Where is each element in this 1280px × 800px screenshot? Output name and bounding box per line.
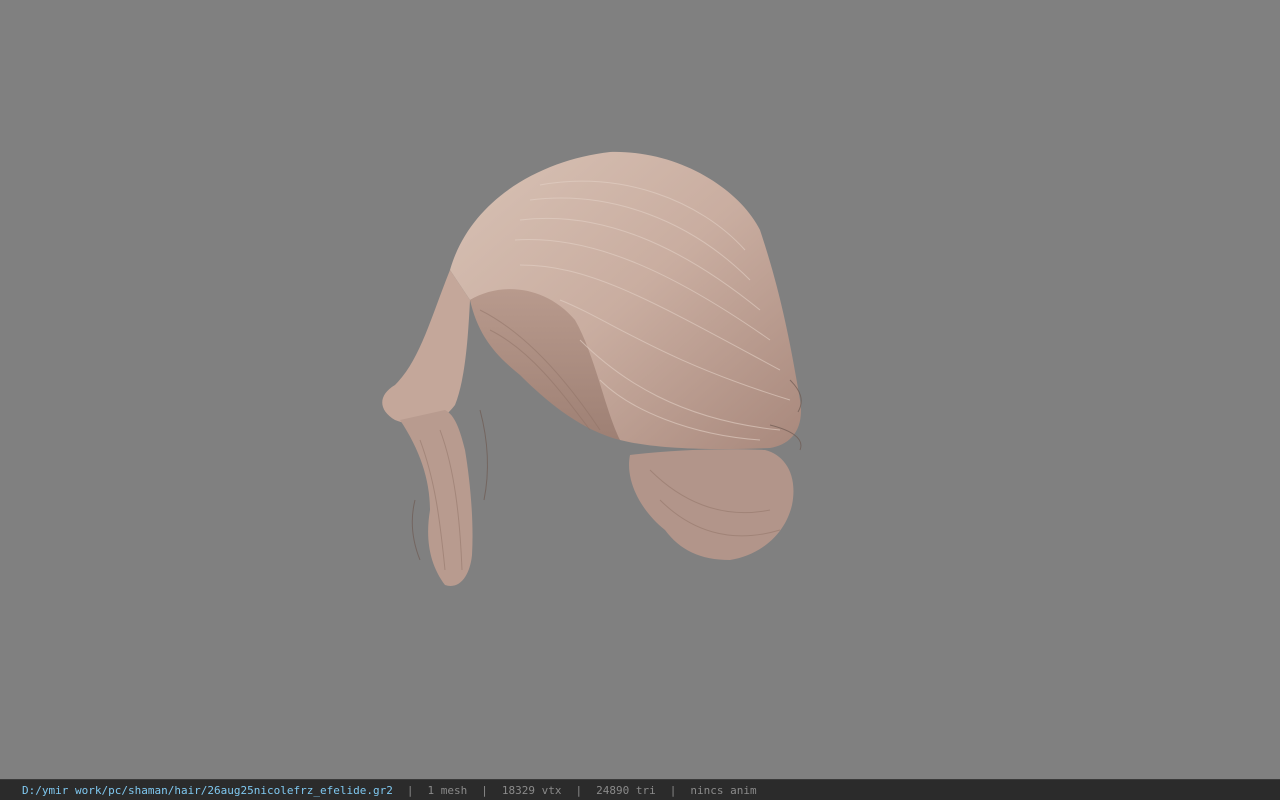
separator: | (481, 783, 488, 797)
hair-model[interactable] (0, 0, 1280, 779)
status-bar: D:/ymir work/pc/shaman/hair/26aug25nicol… (0, 779, 1280, 800)
separator: | (575, 783, 583, 797)
vertex-count: 18329 vtx (501, 783, 562, 797)
3d-viewport[interactable] (0, 0, 1280, 779)
hair-left-swoop (382, 270, 470, 425)
separator: | (406, 783, 414, 797)
mesh-count: 1 mesh (427, 783, 468, 797)
separator: | (669, 783, 677, 797)
hair-right-bun (629, 449, 794, 560)
anim-status: nincs anim (690, 783, 757, 797)
file-path: D:/ymir work/pc/shaman/hair/26aug25nicol… (22, 783, 393, 797)
triangle-count: 24890 tri (596, 783, 656, 797)
